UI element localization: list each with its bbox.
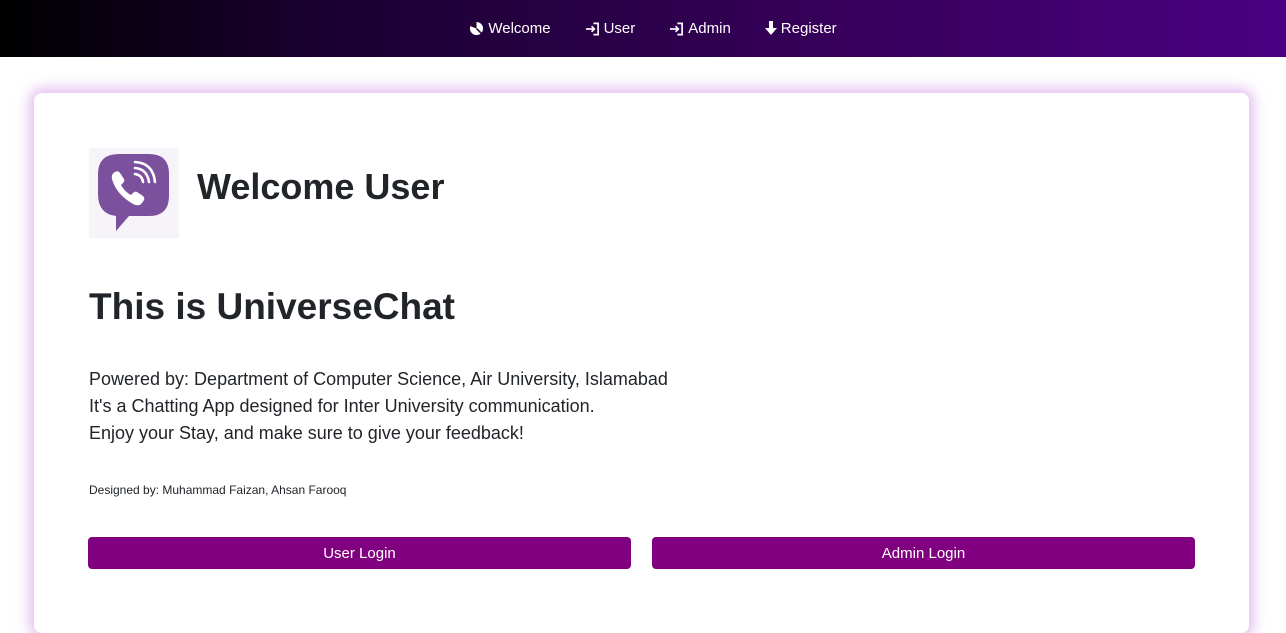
- description-line: Enjoy your Stay, and make sure to give y…: [89, 423, 524, 443]
- pie-chart-icon: [469, 21, 484, 36]
- nav-item-label: Welcome: [488, 20, 551, 37]
- nav-item-welcome[interactable]: Welcome: [452, 0, 567, 57]
- viber-phone-bubble-icon: [89, 148, 179, 238]
- user-login-button[interactable]: User Login: [88, 537, 631, 569]
- designer-credits: Designed by: Muhammad Faizan, Ahsan Faro…: [89, 483, 347, 497]
- nav-item-label: User: [603, 20, 636, 37]
- description-line: It's a Chatting App designed for Inter U…: [89, 396, 595, 416]
- welcome-card: Welcome User This is UniverseChat Powere…: [34, 93, 1249, 633]
- nav-item-user[interactable]: User: [568, 0, 653, 57]
- nav-item-label: Admin: [688, 20, 731, 37]
- admin-login-button[interactable]: Admin Login: [652, 537, 1195, 569]
- nav-item-register[interactable]: Register: [748, 0, 854, 57]
- nav-item-label: Register: [780, 20, 837, 37]
- app-description: Powered by: Department of Computer Scien…: [89, 366, 668, 447]
- sign-in-icon: [585, 22, 600, 36]
- sign-in-icon: [669, 22, 684, 36]
- arrow-down-icon: [764, 21, 777, 36]
- welcome-heading: Welcome User: [197, 166, 445, 207]
- app-title: This is UniverseChat: [89, 286, 456, 327]
- description-line: Powered by: Department of Computer Scien…: [89, 369, 668, 389]
- nav-item-admin[interactable]: Admin: [652, 0, 748, 57]
- nav-list: Welcome User Admin Register: [452, 0, 853, 57]
- top-navbar: Welcome User Admin Register: [0, 0, 1286, 57]
